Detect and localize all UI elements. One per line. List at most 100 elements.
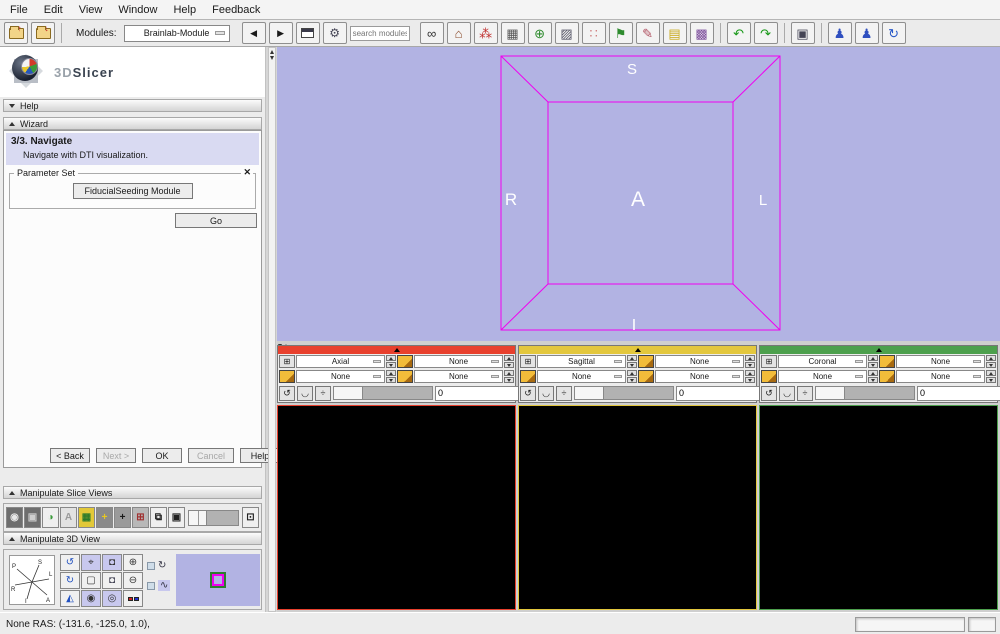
slice-visibility-button[interactable]: ⊞ [520,355,536,368]
help-section-header[interactable]: Help [3,99,262,112]
save-scene-button[interactable]: ↓ [31,22,55,44]
label-spinner[interactable] [386,370,396,383]
background-spinner[interactable] [504,370,514,383]
crosshair-button[interactable]: + [96,507,113,528]
look-from-button[interactable]: ▢ [81,572,101,589]
rock-checkbox[interactable] [147,582,155,590]
label-layer-button[interactable] [761,370,777,383]
panel-scrollbar[interactable] [268,47,276,612]
fit-slice-button[interactable]: ÷ [797,386,813,401]
sagittal-slice-viewport[interactable] [518,405,757,610]
models-button[interactable]: ⊕ [528,22,552,44]
background-select[interactable]: None [655,370,744,383]
undo-button[interactable]: ↶ [727,22,751,44]
crosshair-thick-button[interactable]: + [114,507,131,528]
cancel-button[interactable]: Cancel [188,448,234,463]
foreground-spinner[interactable] [745,355,755,368]
opacity-slider[interactable] [815,386,915,400]
ruler-button[interactable]: ▤ [663,22,687,44]
slice-views-section-header[interactable]: Manipulate Slice Views [3,486,262,499]
orientation-select[interactable]: Axial [296,355,385,368]
measurements-button[interactable]: ✎ [636,22,660,44]
module-forward-button[interactable]: ▶ [269,22,293,44]
foreground-select[interactable]: None [896,355,985,368]
fiducialseeding-module-button[interactable]: FiducialSeeding Module [73,183,193,199]
background-select[interactable]: None [896,370,985,383]
load-scene-button[interactable]: ↑ [4,22,28,44]
go-button[interactable]: Go [175,213,257,228]
foreground-layer-button[interactable] [638,355,654,368]
background-spinner[interactable] [986,370,996,383]
foreground-layer-button[interactable] [397,355,413,368]
menu-edit[interactable]: Edit [38,2,73,18]
ok-button[interactable]: OK [142,448,182,463]
stereo-button[interactable] [123,590,143,607]
redo-button[interactable]: ↷ [754,22,778,44]
slider-handle[interactable] [334,387,363,399]
layout-button[interactable] [296,22,320,44]
wizard-section-header[interactable]: Wizard [3,117,262,130]
camera-snapshot-button[interactable]: ◘ [102,572,122,589]
back-button[interactable]: < Back [50,448,90,463]
foreground-spinner[interactable] [986,355,996,368]
opacity-slider[interactable] [333,386,433,400]
label-layer-button[interactable]: ▦ [78,507,95,528]
background-layer-button[interactable] [638,370,654,383]
center-view-button[interactable]: ⌖ [81,554,101,571]
background-spinner[interactable] [745,370,755,383]
navigate-person-button-2[interactable]: ♟ [855,22,879,44]
3d-viewport[interactable]: S R A L I [277,47,1000,341]
label-outline-button[interactable]: ▣ [168,507,185,528]
home-button[interactable]: ⌂ [447,22,471,44]
rotate-to-volume-button[interactable]: ◡ [779,386,795,401]
close-icon[interactable]: ✕ [241,167,253,178]
slice-model-button[interactable]: ◑ [42,507,59,528]
menu-feedback[interactable]: Feedback [206,2,270,18]
menu-help[interactable]: Help [167,2,206,18]
foreground-select[interactable]: None [414,355,503,368]
select-camera-button[interactable]: ◘ [102,554,122,571]
navigation-grid-button[interactable]: ⊞ [132,507,149,528]
foreground-spinner[interactable] [504,355,514,368]
slice-header-sagittal[interactable] [519,346,756,354]
coronal-slice-viewport[interactable] [759,405,998,610]
refresh-button[interactable]: ↻ [882,22,906,44]
label-spinner[interactable] [868,370,878,383]
background-layer-button[interactable] [879,370,895,383]
link-slices-button[interactable]: ↺ [279,386,295,401]
module-selector[interactable]: Brainlab-Module [124,25,230,42]
annotations-button[interactable]: A [60,507,77,528]
fiducials-button[interactable]: ∷ [582,22,606,44]
label-select[interactable]: None [537,370,626,383]
slider-handle[interactable] [189,511,207,525]
settings-button[interactable]: ⚙ [323,22,347,44]
foreground-select[interactable]: None [655,355,744,368]
scroll-up-icon[interactable] [270,50,274,54]
slice-header-coronal[interactable] [760,346,997,354]
zoom-in-button[interactable]: ⊕ [123,554,143,571]
axial-slice-viewport[interactable] [277,405,516,610]
transforms-button[interactable]: ▨ [555,22,579,44]
slice-opacity-slider[interactable] [188,510,239,526]
volumes-button[interactable]: ▦ [501,22,525,44]
fit-to-window-button[interactable]: ⧉ [150,507,167,528]
opacity-slider[interactable] [574,386,674,400]
rotate-to-volume-button[interactable]: ◡ [538,386,554,401]
rotate-around-button[interactable]: ↻ [60,572,80,589]
compositing-button[interactable]: ▣ [24,507,41,528]
background-select[interactable]: None [414,370,503,383]
link-slices-button[interactable]: ↺ [520,386,536,401]
label-spinner[interactable] [627,370,637,383]
background-layer-button[interactable] [397,370,413,383]
fit-slice-button[interactable]: ÷ [556,386,572,401]
toggle-display-button[interactable]: ◉ [6,507,23,528]
zoom-out-button[interactable]: ⊖ [123,572,143,589]
label-layer-button[interactable] [520,370,536,383]
visibility-button[interactable]: ◉ [81,590,101,607]
rotate-up-button[interactable]: ↺ [60,554,80,571]
screen-capture-button[interactable]: ▣ [791,22,815,44]
orientation-select[interactable]: Sagittal [537,355,626,368]
navigate-person-button-1[interactable]: ♟ [828,22,852,44]
slice-header-axial[interactable] [278,346,515,354]
link-slices-button[interactable]: ↺ [761,386,777,401]
